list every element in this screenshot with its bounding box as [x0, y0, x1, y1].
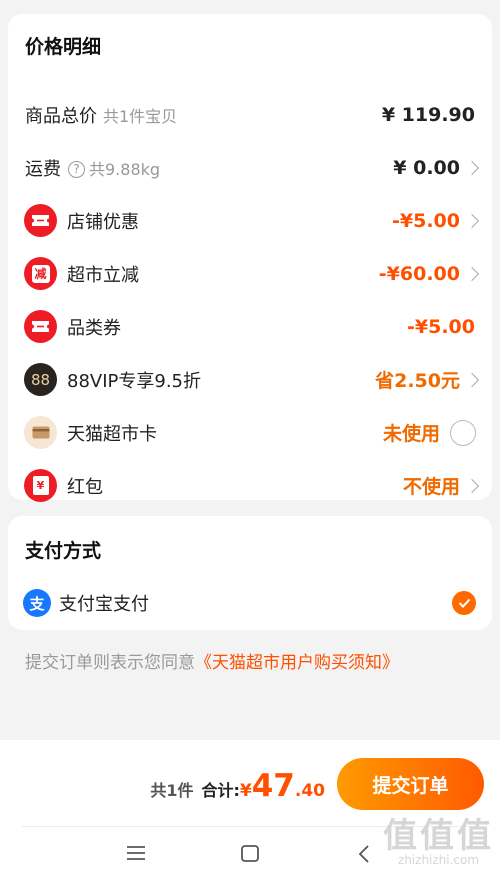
- supermarket-reduction-row[interactable]: 减 超市立减 -¥60.00: [8, 247, 492, 300]
- total-label: 合计:: [201, 781, 240, 800]
- shop-discount-value: -¥5.00: [392, 209, 460, 232]
- goods-total-row: 商品总价 共1件宝贝 ¥ 119.90: [8, 88, 492, 141]
- tmall-card-row[interactable]: 天猫超市卡 未使用: [8, 406, 492, 459]
- tmall-card-value: 未使用: [382, 423, 440, 445]
- goods-count-text: 共1件宝贝: [103, 106, 178, 126]
- ticket-icon: [24, 310, 57, 343]
- payment-method-card: 支付方式 支 支付宝支付: [8, 516, 492, 630]
- shipping-weight-text: 共9.88kg: [89, 159, 161, 179]
- total-decimal: .40: [294, 781, 325, 801]
- chevron-right-icon: [464, 160, 480, 175]
- category-coupon-row: 品类券 -¥5.00: [8, 300, 492, 353]
- vip-discount-row[interactable]: 88 88VIP专享9.5折 省2.50元: [8, 353, 492, 406]
- chevron-right-icon: [464, 213, 480, 228]
- tmall-card-radio[interactable]: [450, 419, 476, 446]
- back-icon[interactable]: [358, 845, 370, 867]
- chevron-right-icon: [464, 372, 480, 387]
- agreement-text: 提交订单则表示您同意《天猫超市用户购买须知》: [25, 653, 399, 673]
- price-details-card: 价格明细 商品总价 共1件宝贝 ¥ 119.90 运费? 共9.88kg ¥ 0.0…: [8, 14, 492, 502]
- tmall-card-label: 天猫超市卡: [67, 423, 157, 445]
- payment-method-title: 支付方式: [25, 540, 102, 562]
- shipping-value: ¥ 0.00: [393, 156, 460, 179]
- alipay-option[interactable]: 支 支付宝支付: [8, 576, 492, 629]
- check-icon[interactable]: [452, 591, 476, 615]
- alipay-icon: 支: [23, 589, 51, 617]
- red-envelope-value: 不使用: [402, 476, 460, 498]
- price-details-title: 价格明细: [25, 36, 102, 58]
- order-total: 共1件 合计: ¥ 47 .40: [150, 768, 325, 804]
- supermarket-reduction-value: -¥60.00: [378, 262, 460, 285]
- red-envelope-row[interactable]: ¥ 红包 不使用: [8, 459, 492, 512]
- vip-discount-value: 省2.50元: [375, 370, 460, 392]
- ticket-icon: [24, 204, 57, 237]
- home-icon[interactable]: [241, 845, 259, 866]
- item-count: 共1件: [150, 781, 194, 800]
- alipay-label: 支付宝支付: [59, 593, 149, 615]
- red-envelope-icon: ¥: [24, 469, 57, 502]
- purchase-terms-link[interactable]: 《天猫超市用户购买须知》: [195, 653, 399, 673]
- shipping-label: 运费? 共9.88kg: [25, 158, 161, 180]
- category-coupon-value: -¥5.00: [407, 315, 475, 338]
- menu-icon[interactable]: [126, 845, 146, 865]
- supermarket-reduction-label: 超市立减: [67, 264, 139, 286]
- reduction-icon: 减: [24, 257, 57, 290]
- red-envelope-label: 红包: [67, 476, 103, 498]
- currency-symbol: ¥: [239, 781, 252, 801]
- goods-total-value: ¥ 119.90: [381, 103, 475, 126]
- category-coupon-label: 品类券: [67, 317, 121, 339]
- chevron-right-icon: [464, 266, 480, 281]
- shop-discount-label: 店铺优惠: [67, 211, 139, 233]
- shipping-row[interactable]: 运费? 共9.88kg ¥ 0.00: [8, 141, 492, 194]
- submit-order-button[interactable]: 提交订单: [337, 758, 484, 810]
- card-icon: [24, 416, 57, 449]
- chevron-right-icon: [464, 478, 480, 493]
- help-icon[interactable]: ?: [68, 160, 85, 178]
- goods-total-label: 商品总价 共1件宝贝: [25, 105, 178, 127]
- shop-discount-row[interactable]: 店铺优惠 -¥5.00: [8, 194, 492, 247]
- site-watermark: 值值值 zhizhizhi.com: [383, 816, 494, 867]
- vip88-icon: 88: [24, 363, 57, 396]
- vip-discount-label: 88VIP专享9.5折: [67, 370, 202, 392]
- total-integer: 47: [251, 768, 295, 804]
